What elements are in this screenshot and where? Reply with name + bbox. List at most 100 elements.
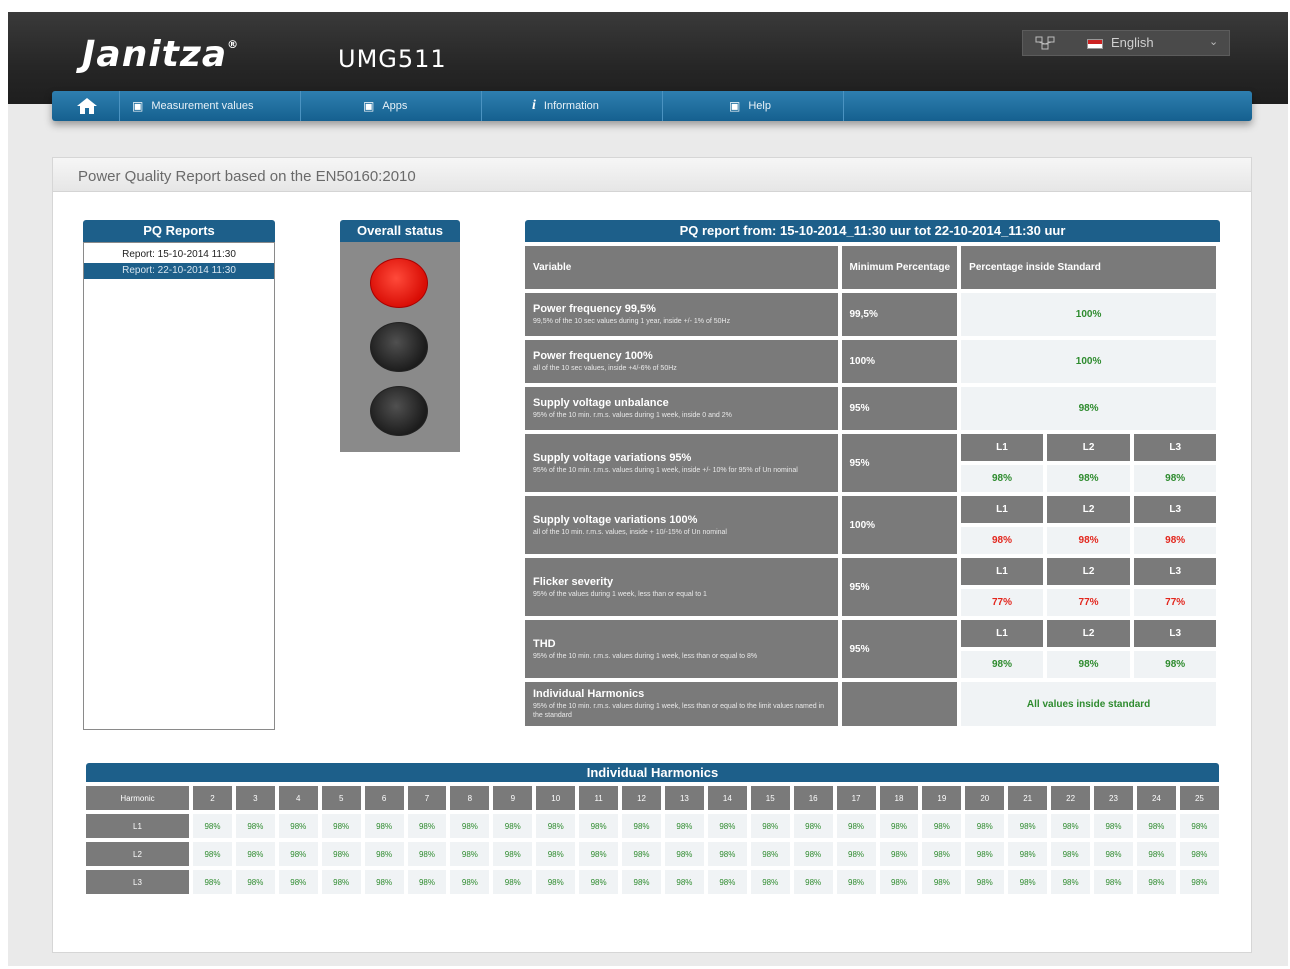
variable-cell: Power frequency 100% all of the 10 sec va… [525, 340, 838, 383]
phase-value: 98% [961, 465, 1043, 492]
report-item[interactable]: Report: 15-10-2014 11:30 [84, 247, 274, 263]
harmonic-value: 98% [1094, 870, 1133, 894]
result-value: 100% [961, 340, 1216, 383]
harmonic-value: 98% [707, 814, 747, 838]
phase-header: L3 [1134, 620, 1216, 647]
phase-header: L3 [1134, 434, 1216, 461]
min-percentage: 95% [841, 434, 958, 492]
phase-header: L1 [961, 496, 1043, 523]
nav-help[interactable]: ▣ Help [663, 91, 844, 121]
min-percentage [841, 682, 958, 726]
harmonic-value: 98% [193, 870, 232, 894]
result-value: 100% [961, 293, 1216, 336]
chevron-down-icon: ⌄ [1209, 36, 1219, 48]
language-label: English [1111, 35, 1154, 50]
variable-cell: Supply voltage variations 100% all of the… [525, 496, 838, 554]
harmonic-value: 98% [622, 814, 661, 838]
pq-row: Individual Harmonics 95% of the 10 min. r… [525, 682, 1216, 726]
language-select[interactable]: English ⌄ [1022, 30, 1230, 56]
harmonic-value: 98% [965, 870, 1005, 894]
nav-apps[interactable]: ▣ Apps [301, 91, 482, 121]
harmonic-value: 98% [922, 842, 962, 866]
harmonic-value: 98% [1008, 870, 1048, 894]
info-icon: i [532, 98, 536, 113]
harmonic-value: 98% [235, 842, 275, 866]
phase-value: 98% [1046, 651, 1131, 678]
harmonic-value: 98% [793, 870, 833, 894]
harmonics-table: Harmonic 2 3 4 5 6 7 8 9 10 11 12 13 14 15 16 17 18 19 20 2… [82, 782, 1223, 898]
harmonic-value: 98% [407, 814, 447, 838]
harmonic-order: 21 [1008, 786, 1048, 810]
browser-viewport: Janitza® UMG511 English ⌄ ▣ Measurement … [8, 12, 1288, 966]
harmonic-order: 17 [836, 786, 876, 810]
harmonic-value: 98% [450, 814, 490, 838]
harmonic-value: 98% [622, 870, 661, 894]
harmonic-order: 9 [493, 786, 533, 810]
result-value: 98% [961, 387, 1216, 430]
phase-value: 98% [1046, 465, 1131, 492]
nav-information[interactable]: i Information [482, 91, 663, 121]
harmonics-panel: Individual Harmonics Harmonic 2 3 4 5 6 7 8 9 10… [86, 763, 1219, 898]
pq-row: Supply voltage unbalance 95% of the 10 mi… [525, 387, 1216, 430]
phase-value: 77% [1134, 589, 1216, 616]
phase-value: 77% [1046, 589, 1131, 616]
harmonic-value: 98% [1008, 814, 1048, 838]
harmonic-value: 98% [664, 842, 704, 866]
pq-report-panel: PQ report from: 15-10-2014_11:30 uur tot… [525, 220, 1220, 730]
harmonic-order: 3 [235, 786, 275, 810]
home-icon [77, 98, 97, 114]
harmonic-order: 8 [450, 786, 490, 810]
harmonic-value: 98% [493, 842, 533, 866]
brand-logo: Janitza® [82, 34, 240, 75]
harmonic-value: 98% [879, 870, 919, 894]
harmonic-value: 98% [750, 814, 790, 838]
result-value: All values inside standard [961, 682, 1216, 726]
harmonic-value: 98% [793, 842, 833, 866]
harmonic-value: 98% [1051, 842, 1091, 866]
flag-icon [1087, 39, 1103, 49]
harmonic-order: 12 [622, 786, 661, 810]
harmonic-order: 7 [407, 786, 447, 810]
pq-row: Flicker severity 95% of the values during… [525, 558, 1216, 616]
nav-home[interactable] [52, 91, 120, 121]
phase-value: 98% [961, 651, 1043, 678]
harmonic-value: 98% [707, 842, 747, 866]
harmonic-order: 4 [278, 786, 318, 810]
nav-measurement-values[interactable]: ▣ Measurement values [120, 91, 301, 121]
monitor-icon: ▣ [132, 99, 144, 113]
phase-value: 98% [1134, 651, 1216, 678]
harmonic-value: 98% [579, 814, 619, 838]
min-percentage: 95% [841, 558, 958, 616]
help-icon: ▣ [729, 99, 741, 113]
harmonic-value: 98% [965, 814, 1005, 838]
page-title: Power Quality Report based on the EN5016… [78, 168, 416, 185]
device-model: UMG511 [338, 45, 447, 73]
harmonic-order: 23 [1094, 786, 1133, 810]
traffic-light [340, 242, 460, 452]
phase-header: L2 [1046, 496, 1131, 523]
pq-row: Power frequency 99,5% 99,5% of the 10 sec… [525, 293, 1216, 336]
harmonic-order: 6 [364, 786, 404, 810]
harmonic-value: 98% [707, 870, 747, 894]
phase-header: L3 [1134, 496, 1216, 523]
harmonic-value: 98% [536, 814, 576, 838]
page-header: Power Quality Report based on the EN5016… [53, 158, 1251, 192]
col-percentage-inside: Percentage inside Standard [961, 246, 1216, 289]
harmonic-order: 22 [1051, 786, 1091, 810]
phase-label: L3 [86, 870, 189, 894]
harmonic-value: 98% [193, 842, 232, 866]
variable-cell: Supply voltage unbalance 95% of the 10 mi… [525, 387, 838, 430]
nav-label: Measurement values [151, 100, 254, 112]
harmonic-value: 98% [364, 870, 404, 894]
variable-cell: Individual Harmonics 95% of the 10 min. r… [525, 682, 838, 726]
harmonic-value: 98% [1179, 842, 1219, 866]
col-minimum-percentage: Minimum Percentage [841, 246, 958, 289]
harmonic-value: 98% [664, 870, 704, 894]
harmonic-value: 98% [879, 814, 919, 838]
report-item-selected[interactable]: Report: 22-10-2014 11:30 [84, 263, 274, 279]
harmonic-value: 98% [536, 842, 576, 866]
phase-header: L1 [961, 558, 1043, 585]
phase-label: L2 [86, 842, 189, 866]
nav-label: Help [748, 100, 771, 112]
variable-cell: Supply voltage variations 95% 95% of the … [525, 434, 838, 492]
